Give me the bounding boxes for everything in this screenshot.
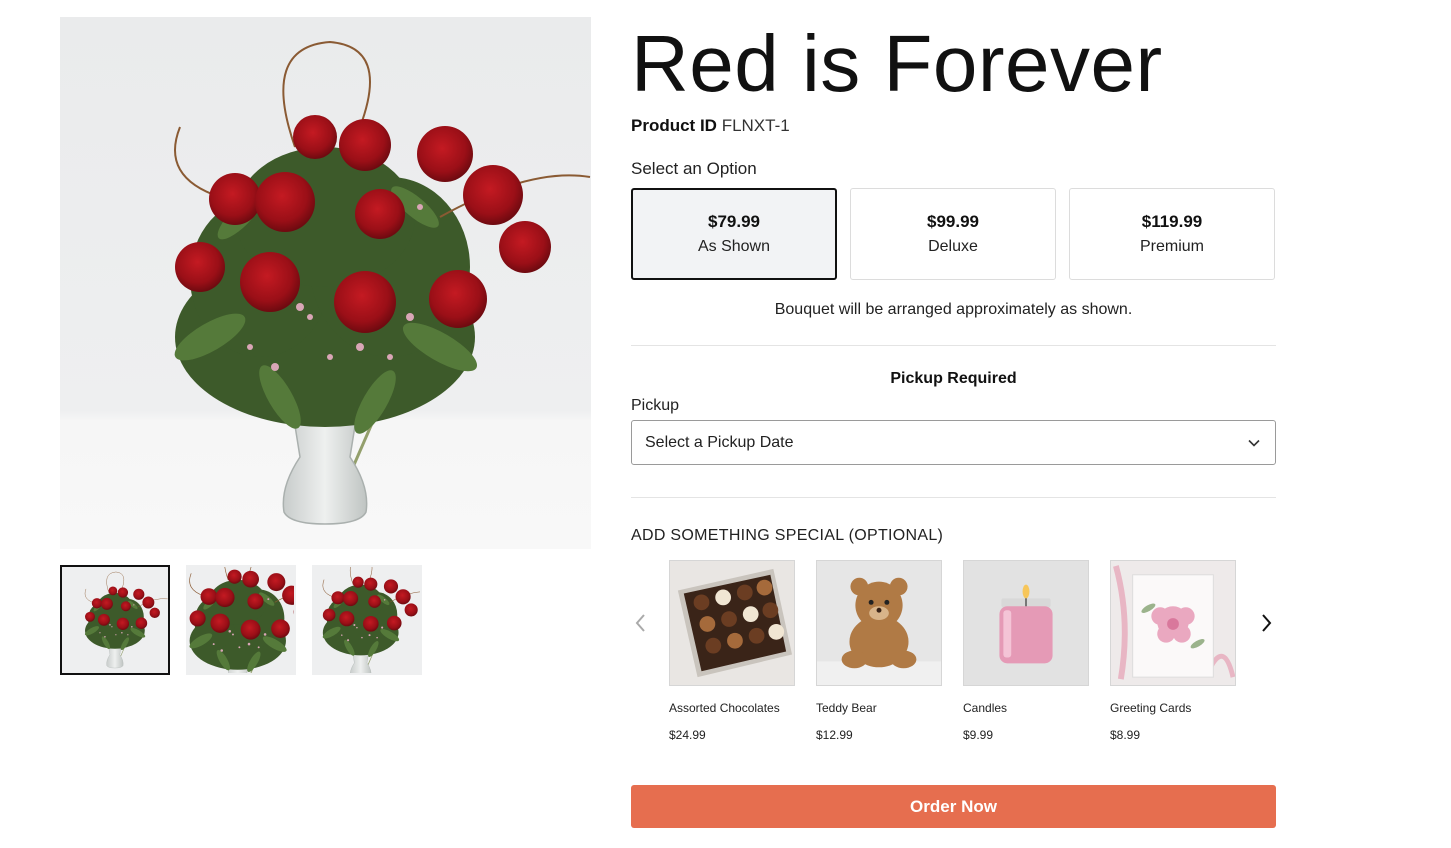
addons-carousel: Assorted Chocolates $24.99 Teddy Bear $1… bbox=[669, 560, 1236, 742]
greeting-card-image bbox=[1110, 560, 1236, 686]
addon-chocolates[interactable]: Assorted Chocolates $24.99 bbox=[669, 560, 795, 742]
thumbnail-1[interactable] bbox=[60, 565, 170, 675]
options-heading: Select an Option bbox=[631, 159, 757, 178]
pickup-label: Pickup bbox=[631, 397, 680, 414]
addon-greeting-cards[interactable]: Greeting Cards $8.99 bbox=[1110, 560, 1236, 742]
carousel-prev-button[interactable] bbox=[631, 612, 649, 634]
addon-name: Assorted Chocolates bbox=[669, 701, 780, 715]
product-id-label: Product ID bbox=[631, 116, 717, 135]
option-name: Premium bbox=[1139, 238, 1204, 255]
main-product-image bbox=[60, 17, 591, 549]
addon-candles[interactable]: Candles $9.99 bbox=[963, 560, 1089, 742]
option-premium[interactable]: $119.99 Premium bbox=[1069, 188, 1275, 280]
addon-price: $24.99 bbox=[669, 728, 706, 742]
thumbnail-2[interactable] bbox=[186, 565, 296, 675]
pickup-required: Pickup Required bbox=[890, 370, 1017, 387]
product-id: Product ID FLNXT-1 bbox=[631, 116, 790, 136]
price-options: $79.99 As Shown $99.99 Deluxe $119.99 Pr… bbox=[631, 188, 1275, 280]
chocolates-image bbox=[669, 560, 795, 686]
option-price: $79.99 bbox=[708, 212, 760, 231]
addon-teddy-bear[interactable]: Teddy Bear $12.99 bbox=[816, 560, 942, 742]
option-name: As Shown bbox=[697, 238, 771, 255]
chevron-down-icon bbox=[1248, 439, 1260, 447]
divider bbox=[631, 497, 1276, 498]
option-as-shown[interactable]: $79.99 As Shown bbox=[631, 188, 837, 280]
addon-price: $12.99 bbox=[816, 728, 853, 742]
option-name: Deluxe bbox=[928, 238, 978, 255]
carousel-next-button[interactable] bbox=[1258, 612, 1276, 634]
addon-price: $9.99 bbox=[963, 728, 994, 742]
teddy-bear-image bbox=[816, 560, 942, 686]
option-deluxe[interactable]: $99.99 Deluxe bbox=[850, 188, 1056, 280]
chevron-left-icon bbox=[635, 614, 645, 632]
divider bbox=[631, 345, 1276, 346]
option-price: $119.99 bbox=[1141, 212, 1203, 231]
order-now-button[interactable]: Order Now bbox=[631, 785, 1276, 828]
thumbnail-3[interactable] bbox=[312, 565, 422, 675]
addon-name: Greeting Cards bbox=[1110, 701, 1192, 715]
arrangement-note: Bouquet will be arranged approximately a… bbox=[774, 301, 1133, 318]
addon-name: Teddy Bear bbox=[816, 701, 877, 715]
addon-name: Candles bbox=[963, 701, 1008, 715]
chevron-right-icon bbox=[1262, 614, 1272, 632]
candle-image bbox=[963, 560, 1089, 686]
product-id-value: FLNXT-1 bbox=[721, 116, 790, 135]
pickup-date-select[interactable]: Select a Pickup Date bbox=[631, 420, 1276, 465]
thumbnail-strip bbox=[60, 565, 422, 675]
option-price: $99.99 bbox=[927, 212, 979, 231]
product-title: Red is Forever bbox=[631, 19, 1163, 108]
addon-price: $8.99 bbox=[1110, 728, 1141, 742]
addons-heading: ADD SOMETHING SPECIAL (OPTIONAL) bbox=[631, 527, 944, 544]
pickup-date-value: Select a Pickup Date bbox=[645, 433, 794, 451]
